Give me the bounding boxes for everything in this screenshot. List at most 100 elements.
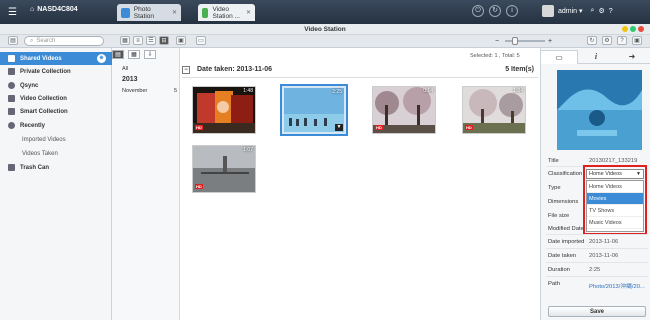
- search-input[interactable]: ⌕ Search: [24, 36, 104, 46]
- video-thumbnail[interactable]: 1:48 HD: [192, 86, 256, 134]
- detail-view-icon[interactable]: ☰: [146, 36, 156, 45]
- tab-photo-station[interactable]: Photo Station ✕: [117, 4, 181, 21]
- smart-collection-icon: [8, 108, 15, 115]
- prop-type: Type: [548, 185, 648, 191]
- info-tab-icon[interactable]: i: [578, 50, 614, 64]
- help-icon[interactable]: ?: [609, 8, 613, 15]
- zoom-slider[interactable]: [505, 40, 545, 42]
- date-group-title: Date taken: 2013-11-06: [196, 66, 273, 73]
- power-icon[interactable]: ⏻: [472, 5, 484, 17]
- sidebar-item-label: Videos Taken: [22, 150, 58, 157]
- prop-date-taken: Date taken 2013-11-06: [548, 253, 648, 259]
- prop-value: 2013-11-06: [589, 253, 619, 259]
- settings-icon[interactable]: ⚙: [602, 36, 612, 45]
- prop-label: File size: [548, 213, 570, 219]
- share-tab-icon[interactable]: ➜: [614, 50, 650, 64]
- collapse-icon[interactable]: −: [182, 66, 190, 74]
- sidebar-item-trash-can[interactable]: Trash Can: [0, 161, 112, 174]
- help-icon[interactable]: ?: [617, 36, 627, 45]
- prop-label: Date imported: [548, 239, 585, 245]
- prop-value: 20130217_133219: [589, 158, 638, 164]
- hd-badge: HD: [195, 184, 203, 189]
- video-thumbnail-selected[interactable]: 2:25 ▼: [280, 84, 348, 136]
- folder-icon: [8, 55, 15, 62]
- item-count: 5 Item(s): [505, 66, 534, 73]
- zoom-in-icon[interactable]: +: [548, 38, 552, 45]
- prop-value: 2:25: [589, 267, 601, 273]
- sidebar-item-shared-videos[interactable]: Shared Videos ⊕: [0, 52, 112, 65]
- timeline-tab-icon[interactable]: ▤: [112, 50, 124, 59]
- dropdown-badge-icon[interactable]: ▼: [335, 124, 343, 131]
- sidebar-item-label: Imported Videos: [22, 136, 66, 143]
- timeline-view-icon[interactable]: ⊟: [159, 36, 169, 45]
- sidebar-item-label: Private Collection: [20, 68, 71, 75]
- sidebar-item-imported-videos[interactable]: Imported Videos: [0, 133, 112, 146]
- duration-label: 1:07: [243, 147, 253, 153]
- tree-month-label: November: [122, 88, 148, 94]
- prop-path: Path Photo/2013/沖縄/20...: [548, 281, 648, 290]
- filter-icon[interactable]: ▣: [176, 36, 186, 45]
- duration-label: 2:25: [332, 89, 342, 95]
- video-preview[interactable]: [557, 70, 642, 150]
- home-icon: ⌂: [30, 6, 35, 13]
- close-icon[interactable]: ✕: [172, 9, 177, 16]
- user-menu[interactable]: admin ▾ ⌕ ⚙ ?: [542, 5, 613, 17]
- preview-image: [557, 70, 642, 150]
- tree-year[interactable]: 2013: [122, 76, 138, 83]
- prop-file-size: File size: [548, 213, 648, 219]
- close-icon[interactable]: ✕: [246, 9, 251, 16]
- selection-status: Selected: 1 , Total: 5: [470, 53, 520, 59]
- avatar: [542, 5, 554, 17]
- sidebar-item-video-collection[interactable]: Video Collection: [0, 92, 112, 105]
- sidebar-item-label: Qsync: [20, 82, 39, 89]
- prop-modified-date: Modified Date: [548, 226, 648, 232]
- prop-date-imported: Date imported 2013-11-06: [548, 239, 648, 245]
- prop-dimensions: Dimensions: [548, 199, 648, 205]
- prop-duration: Duration 2:25: [548, 267, 648, 273]
- sidebar-item-qsync[interactable]: Qsync: [0, 79, 112, 92]
- video-tab-icon[interactable]: ▭: [540, 50, 578, 64]
- sidebar-item-private-collection[interactable]: Private Collection: [0, 65, 112, 78]
- search-placeholder: Search: [36, 38, 56, 44]
- sidebar-item-recently[interactable]: Recently: [0, 119, 112, 132]
- tree-tabs: ▤ ▦ ⇩: [112, 50, 156, 59]
- thumbnail-view-icon[interactable]: ▦: [120, 36, 130, 45]
- gear-icon[interactable]: ⚙: [598, 7, 604, 15]
- video-thumbnail[interactable]: 1:04 HD: [462, 86, 526, 134]
- add-icon[interactable]: ⊕: [97, 54, 106, 63]
- search-icon[interactable]: ⌕: [591, 7, 595, 15]
- prop-label: Dimensions: [548, 199, 579, 205]
- duration-label: 1:04: [513, 88, 523, 94]
- video-thumbnail[interactable]: 1:07 HD: [192, 145, 256, 193]
- zoom-out-icon[interactable]: −: [495, 38, 499, 45]
- slideshow-icon[interactable]: ▭: [196, 36, 206, 45]
- divider: [546, 262, 648, 263]
- details-tabs: ▭ i ➜: [540, 50, 650, 64]
- tab-video-station[interactable]: Video Station ... ✕: [198, 4, 255, 21]
- tree-all[interactable]: All: [122, 66, 128, 72]
- menu-icon[interactable]: ☰: [8, 7, 17, 18]
- tree-month[interactable]: November 5: [122, 88, 177, 94]
- refresh-icon[interactable]: ↻: [587, 36, 597, 45]
- tab-label: Video Station ...: [212, 5, 240, 20]
- prop-value: 2013-11-06: [589, 239, 619, 245]
- hd-badge: HD: [195, 125, 203, 130]
- sidebar-toggle-icon[interactable]: ▤: [8, 36, 18, 45]
- sidebar-item-videos-taken[interactable]: Videos Taken: [0, 147, 112, 160]
- minimize-icon[interactable]: [622, 26, 628, 32]
- sync-icon[interactable]: ↻: [489, 5, 501, 17]
- calendar-tab-icon[interactable]: ▦: [128, 50, 140, 59]
- close-window-icon[interactable]: [638, 26, 644, 32]
- sidebar-item-smart-collection[interactable]: Smart Collection: [0, 105, 112, 118]
- path-link[interactable]: Photo/2013/沖縄/20...: [589, 281, 645, 290]
- sort-tab-icon[interactable]: ⇩: [144, 50, 156, 59]
- video-thumbnail[interactable]: 0:14 HD: [372, 86, 436, 134]
- info-panel-icon[interactable]: ▣: [632, 36, 642, 45]
- zoom-slider-knob[interactable]: [512, 37, 518, 45]
- nas-home[interactable]: ⌂ NASD4C804: [30, 6, 78, 13]
- list-view-icon[interactable]: ≡: [133, 36, 143, 45]
- maximize-icon[interactable]: [630, 26, 636, 32]
- save-button[interactable]: Save: [548, 306, 646, 317]
- info-icon[interactable]: i: [506, 5, 518, 17]
- prop-label: Modified Date: [548, 226, 584, 232]
